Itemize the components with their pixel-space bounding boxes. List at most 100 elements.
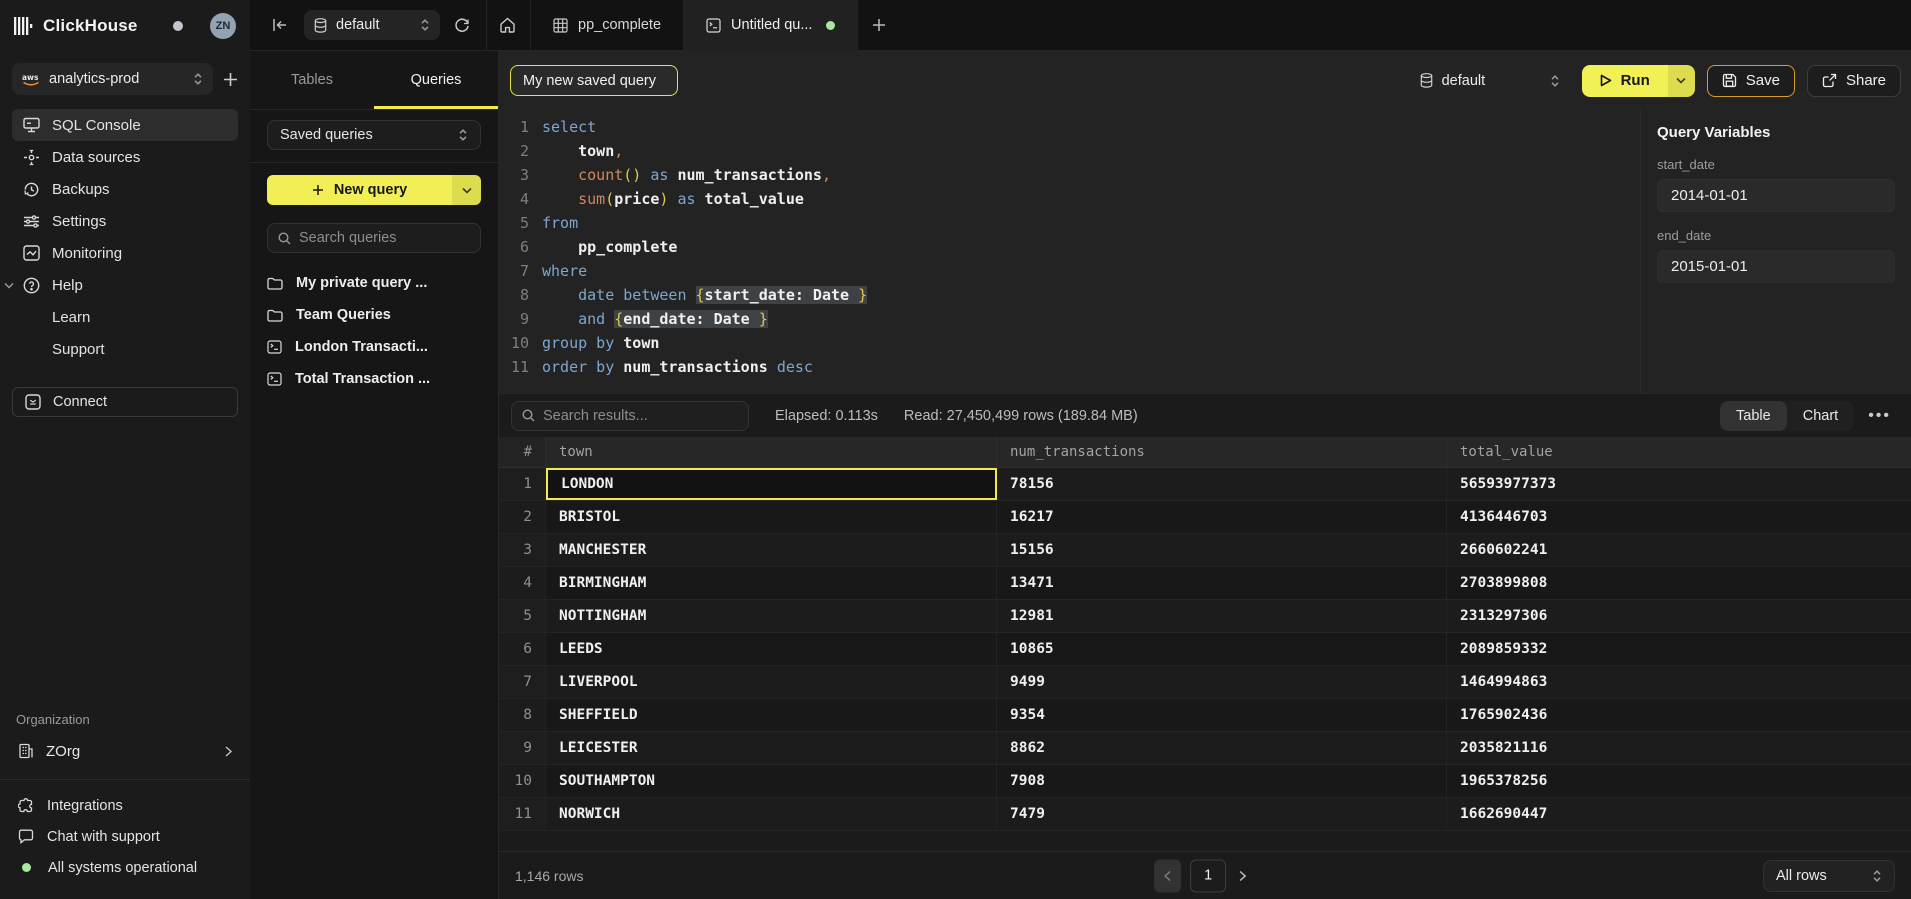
row-index-cell[interactable]: 9 <box>499 732 546 764</box>
table-row[interactable]: 3MANCHESTER151562660602241 <box>499 534 1911 567</box>
start-date-input[interactable] <box>1657 179 1895 212</box>
code-line[interactable]: 10group by town <box>499 331 1640 355</box>
end-date-input[interactable] <box>1657 250 1895 283</box>
table-cell[interactable]: MANCHESTER <box>546 534 997 566</box>
table-cell[interactable]: LEICESTER <box>546 732 997 764</box>
run-button[interactable]: Run <box>1582 65 1695 97</box>
table-cell[interactable]: 56593977373 <box>1447 468 1911 500</box>
sidebar-item-settings[interactable]: Settings <box>12 205 238 237</box>
table-cell[interactable]: 12981 <box>997 600 1447 632</box>
code-line[interactable]: 9and {end_date: Date } <box>499 307 1640 331</box>
table-cell[interactable]: 9354 <box>997 699 1447 731</box>
avatar[interactable]: ZN <box>210 13 236 39</box>
table-cell[interactable]: 1765902436 <box>1447 699 1911 731</box>
sidebar-item-backups[interactable]: Backups <box>12 173 238 205</box>
row-index-cell[interactable]: 6 <box>499 633 546 665</box>
next-page-button[interactable] <box>1235 870 1250 881</box>
row-index-cell[interactable]: 3 <box>499 534 546 566</box>
list-item-team-queries[interactable]: Team Queries <box>267 299 481 331</box>
new-query-button[interactable]: New query <box>267 175 481 205</box>
notification-dot[interactable] <box>173 21 183 31</box>
sidebar-item-data-sources[interactable]: Data sources <box>12 141 238 173</box>
table-cell[interactable]: LIVERPOOL <box>546 666 997 698</box>
query-name-input[interactable] <box>510 65 678 96</box>
table-cell[interactable]: 10865 <box>997 633 1447 665</box>
results-search-input[interactable] <box>543 408 738 424</box>
table-row[interactable]: 1LONDON7815656593977373 <box>499 468 1911 501</box>
table-row[interactable]: 7LIVERPOOL94991464994863 <box>499 666 1911 699</box>
code-line[interactable]: 11order by num_transactions desc <box>499 355 1640 379</box>
table-row[interactable]: 4BIRMINGHAM134712703899808 <box>499 567 1911 600</box>
table-cell[interactable]: 9499 <box>997 666 1447 698</box>
row-index-cell[interactable]: 10 <box>499 765 546 797</box>
column-header[interactable]: town <box>546 437 997 467</box>
home-icon[interactable] <box>499 17 516 33</box>
share-button[interactable]: Share <box>1807 65 1901 97</box>
sidebar-item-help[interactable]: Help <box>12 269 238 301</box>
sidebar-item-learn[interactable]: Learn <box>12 301 238 333</box>
table-cell[interactable]: BRISTOL <box>546 501 997 533</box>
table-cell[interactable]: 7908 <box>997 765 1447 797</box>
table-cell[interactable]: 78156 <box>997 468 1447 500</box>
code-line[interactable]: 3count() as num_transactions, <box>499 163 1640 187</box>
table-cell[interactable]: 7479 <box>997 798 1447 830</box>
code-line[interactable]: 5from <box>499 211 1640 235</box>
table-cell[interactable]: 2703899808 <box>1447 567 1911 599</box>
table-row[interactable]: 11NORWICH74791662690447 <box>499 798 1911 831</box>
table-cell[interactable]: NORWICH <box>546 798 997 830</box>
table-row[interactable]: 6LEEDS108652089859332 <box>499 633 1911 666</box>
query-search-input[interactable] <box>299 230 470 246</box>
column-header[interactable]: # <box>499 437 546 467</box>
table-row[interactable]: 9LEICESTER88622035821116 <box>499 732 1911 765</box>
row-index-cell[interactable]: 11 <box>499 798 546 830</box>
table-cell[interactable]: 8862 <box>997 732 1447 764</box>
tab-tables[interactable]: Tables <box>250 51 374 109</box>
table-cell[interactable]: BIRMINGHAM <box>546 567 997 599</box>
list-item-total-transactions[interactable]: Total Transaction ... <box>267 363 481 395</box>
new-query-options-chevron[interactable] <box>452 175 481 205</box>
organization-switcher[interactable]: ZOrg <box>12 735 238 767</box>
sidebar-item-integrations[interactable]: Integrations <box>18 790 232 821</box>
collapse-sidebar-icon[interactable] <box>272 18 288 32</box>
code-line[interactable]: 8date between {start_date: Date } <box>499 283 1640 307</box>
tab-queries[interactable]: Queries <box>374 51 498 109</box>
column-header[interactable]: num_transactions <box>997 437 1447 467</box>
table-row[interactable]: 2BRISTOL162174136446703 <box>499 501 1911 534</box>
table-cell[interactable]: 2660602241 <box>1447 534 1911 566</box>
column-header[interactable]: total_value <box>1447 437 1911 467</box>
database-select[interactable]: default <box>304 10 440 40</box>
table-cell[interactable]: LONDON <box>546 468 997 500</box>
table-cell[interactable]: 16217 <box>997 501 1447 533</box>
table-row[interactable]: 5NOTTINGHAM129812313297306 <box>499 600 1911 633</box>
list-item-private-queries[interactable]: My private query ... <box>267 267 481 299</box>
table-cell[interactable]: LEEDS <box>546 633 997 665</box>
row-index-cell[interactable]: 8 <box>499 699 546 731</box>
service-select[interactable]: aws analytics-prod <box>12 63 213 95</box>
page-number-input[interactable] <box>1190 859 1226 892</box>
code-line[interactable]: 7where <box>499 259 1640 283</box>
code-line[interactable]: 4sum(price) as total_value <box>499 187 1640 211</box>
sidebar-item-sql-console[interactable]: SQL Console <box>12 109 238 141</box>
table-cell[interactable]: 4136446703 <box>1447 501 1911 533</box>
sql-code[interactable]: 1select2town,3count() as num_transaction… <box>499 115 1640 379</box>
saved-queries-filter-select[interactable]: Saved queries <box>267 120 481 150</box>
view-chart-button[interactable]: Chart <box>1787 401 1854 431</box>
row-index-cell[interactable]: 1 <box>499 468 546 500</box>
tab-untitled-query[interactable]: Untitled qu... <box>684 0 858 51</box>
run-database-select[interactable]: default <box>1410 65 1570 97</box>
sidebar-item-chat-support[interactable]: Chat with support <box>18 821 232 852</box>
table-cell[interactable]: 15156 <box>997 534 1447 566</box>
table-cell[interactable]: 1662690447 <box>1447 798 1911 830</box>
save-button[interactable]: Save <box>1707 65 1795 97</box>
table-cell[interactable]: 2035821116 <box>1447 732 1911 764</box>
table-cell[interactable]: SHEFFIELD <box>546 699 997 731</box>
list-item-london-transactions[interactable]: London Transacti... <box>267 331 481 363</box>
system-status[interactable]: All systems operational <box>18 852 232 883</box>
sidebar-item-monitoring[interactable]: Monitoring <box>12 237 238 269</box>
row-index-cell[interactable]: 5 <box>499 600 546 632</box>
code-line[interactable]: 2town, <box>499 139 1640 163</box>
refresh-icon[interactable] <box>454 17 470 33</box>
table-cell[interactable]: 2313297306 <box>1447 600 1911 632</box>
table-cell[interactable]: 13471 <box>997 567 1447 599</box>
connect-button[interactable]: Connect <box>12 387 238 417</box>
